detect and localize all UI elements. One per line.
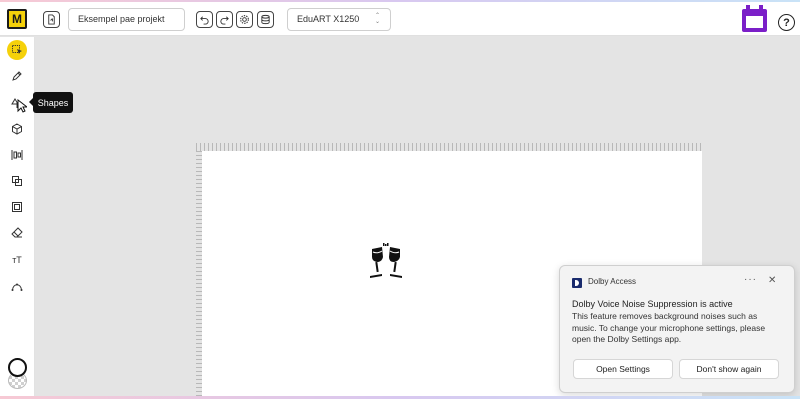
machine-select[interactable]: EduART X1250 ⌃ ⌄ (287, 8, 391, 31)
eraser-tool[interactable] (7, 223, 27, 243)
align-icon (11, 150, 23, 160)
dont-show-again-button[interactable]: Don't show again (679, 359, 779, 379)
select-tool[interactable] (7, 40, 27, 60)
text-tool[interactable]: тT (7, 250, 27, 270)
settings-icon (240, 15, 249, 24)
logo-letter: M (12, 12, 22, 26)
dolby-app-icon (572, 278, 582, 288)
redo-icon (220, 16, 229, 25)
pen-tool[interactable] (7, 66, 27, 86)
open-settings-button[interactable]: Open Settings (573, 359, 673, 379)
undo-icon (200, 16, 209, 25)
arrange-tool[interactable] (7, 171, 27, 191)
notification-body: This feature removes background noises s… (572, 311, 766, 344)
stroke-color-swatch[interactable] (8, 358, 27, 377)
align-tool[interactable] (7, 145, 27, 165)
project-name-field[interactable]: Eksempel pae projekt (68, 8, 185, 31)
frame-tool[interactable] (7, 197, 27, 217)
eraser-icon (11, 227, 23, 238)
open-file-icon (48, 14, 55, 25)
close-icon[interactable]: ✕ (768, 275, 776, 286)
arrange-icon (12, 176, 22, 186)
app-logo[interactable]: M (7, 9, 27, 29)
settings-button[interactable] (236, 11, 253, 28)
notification-title: Dolby Voice Noise Suppression is active (572, 299, 733, 309)
database-icon (261, 14, 270, 25)
select-arrows-icon: ⌃ ⌄ (374, 13, 380, 25)
ruler-horizontal (196, 143, 702, 151)
cube-icon (12, 123, 22, 135)
open-file-button[interactable] (43, 11, 60, 28)
left-toolbar: тT (0, 37, 35, 396)
redo-button[interactable] (216, 11, 233, 28)
calendar-icon[interactable] (741, 5, 768, 33)
pen-icon (12, 71, 22, 81)
dolby-notification: Dolby Access ··· ✕ Dolby Voice Noise Sup… (559, 265, 795, 393)
database-button[interactable] (257, 11, 274, 28)
tooltip-text: Shapes (37, 97, 69, 108)
machine-select-value: EduART X1250 (297, 14, 360, 24)
select-icon (12, 45, 22, 54)
3d-tool[interactable] (7, 119, 27, 139)
mouse-cursor-icon (17, 99, 27, 113)
more-options-icon[interactable]: ··· (744, 274, 757, 285)
frame-icon (12, 202, 22, 212)
undo-button[interactable] (196, 11, 213, 28)
help-icon[interactable]: ? (778, 14, 795, 31)
help-symbol: ? (783, 16, 790, 29)
notification-app-name: Dolby Access (588, 277, 637, 286)
header-bar: M Eksempel pae projekt EduART X1250 ⌃ ⌄ ? (0, 2, 800, 36)
curve-icon (11, 283, 23, 291)
text-icon: тT (12, 255, 22, 265)
shapes-tooltip: Shapes (29, 92, 73, 113)
project-name-text: Eksempel pae projekt (78, 14, 165, 24)
curve-tool[interactable] (7, 276, 27, 296)
champagne-toast-icon[interactable] (364, 243, 408, 281)
